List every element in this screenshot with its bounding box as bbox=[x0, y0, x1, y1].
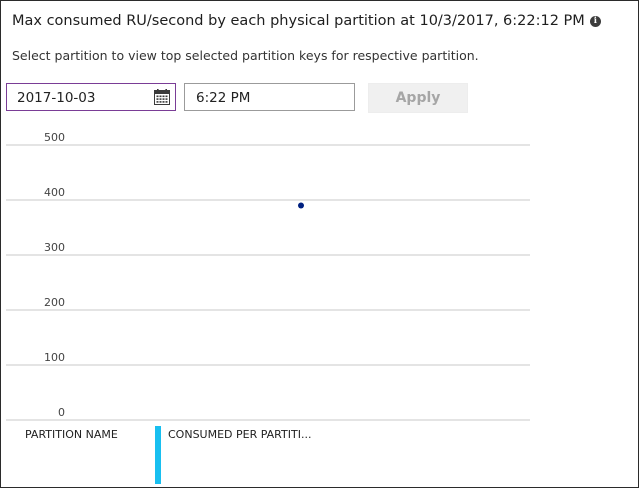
legend-consumed-header: CONSUMED PER PARTITI... bbox=[168, 428, 312, 441]
apply-button[interactable]: Apply bbox=[368, 83, 468, 113]
info-icon[interactable]: i bbox=[589, 15, 601, 27]
y-tick-label: 200 bbox=[44, 296, 65, 309]
time-input-value[interactable]: 6:22 PM bbox=[196, 90, 250, 106]
panel-subtitle: Select partition to view top selected pa… bbox=[12, 48, 479, 63]
legend-partition-name-header: PARTITION NAME bbox=[25, 428, 118, 441]
y-tick-label: 300 bbox=[44, 241, 65, 254]
legend-series-swatch bbox=[155, 426, 161, 484]
partition-chart: 500 400 300 200 100 0 bbox=[6, 131, 530, 421]
y-tick-label: 0 bbox=[58, 406, 65, 419]
y-tick-label: 100 bbox=[44, 351, 65, 364]
panel-title: Max consumed RU/second by each physical … bbox=[12, 13, 601, 29]
y-tick-label: 400 bbox=[44, 186, 65, 199]
date-input-value[interactable]: 2017-10-03 bbox=[17, 90, 95, 106]
panel-title-text: Max consumed RU/second by each physical … bbox=[12, 13, 585, 29]
partition-panel: Max consumed RU/second by each physical … bbox=[0, 0, 639, 488]
data-point[interactable] bbox=[298, 202, 304, 209]
calendar-icon[interactable] bbox=[154, 89, 170, 105]
date-input[interactable]: 2017-10-03 bbox=[6, 83, 176, 111]
y-tick-label: 500 bbox=[44, 131, 65, 144]
time-input[interactable]: 6:22 PM bbox=[184, 83, 355, 111]
